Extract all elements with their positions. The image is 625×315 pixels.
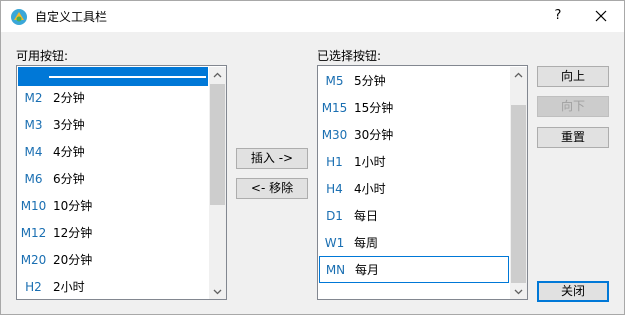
list-item[interactable]: M12 12分钟 [18,219,208,246]
timeframe-name: 2分钟 [53,91,85,105]
list-item[interactable]: M2 2分钟 [18,84,208,111]
list-item[interactable]: W1 每周 [319,229,509,256]
timeframe-name: 15分钟 [354,101,394,115]
timeframe-code: M5 [325,73,344,88]
timeframe-code: M2 [24,90,43,105]
timeframe-name: 1小时 [354,155,386,169]
reset-button[interactable]: 重置 [537,127,609,148]
list-item[interactable]: H1 1小时 [319,148,509,175]
move-down-button[interactable]: 向下 [537,96,609,117]
available-buttons-label: 可用按钮: [16,49,69,63]
timeframe-name: 每周 [354,236,379,250]
timeframe-name: 4小时 [354,182,386,196]
scroll-down-arrow-icon[interactable] [510,283,527,300]
timeframe-name: 6分钟 [53,172,85,186]
timeframe-name: 10分钟 [53,199,93,213]
timeframe-code: M10 [20,198,47,213]
timeframe-code: M6 [24,171,43,186]
timeframe-name: 4分钟 [53,145,85,159]
timeframe-code: H4 [326,181,343,196]
list-item[interactable]: D1 每日 [319,202,509,229]
timeframe-code: M15 [321,100,348,115]
timeframe-code: H1 [326,154,343,169]
available-buttons-list[interactable]: M2 2分钟 M3 3分钟 M4 4分钟 M6 6分钟 M10 10分钟 M12 12分钟 M20 20分… [16,65,227,300]
timeframe-name: 30分钟 [354,128,394,142]
list-item[interactable]: M15 15分钟 [319,94,509,121]
timeframe-code: D1 [326,208,343,223]
timeframe-code: W1 [324,235,345,250]
list-item-focused[interactable]: MN 每月 [319,256,509,283]
list-item[interactable]: H2 2小时 [18,273,208,299]
right-list-scrollbar[interactable] [510,67,527,300]
left-list-scrollbar[interactable] [209,67,226,300]
timeframe-code: M20 [20,252,47,267]
timeframe-code: M3 [24,117,43,132]
scroll-up-arrow-icon[interactable] [209,67,226,84]
selected-buttons-label: 已选择按钮: [317,49,382,63]
scrollbar-thumb[interactable] [210,84,225,205]
timeframe-code: M4 [24,144,43,159]
scroll-up-arrow-icon[interactable] [510,67,527,84]
list-item[interactable]: M30 30分钟 [319,121,509,148]
timeframe-code: MN [325,262,346,277]
remove-button[interactable]: <- 移除 [236,178,308,199]
list-item[interactable]: M10 10分钟 [18,192,208,219]
list-item[interactable]: M5 5分钟 [319,67,509,94]
customize-toolbar-dialog: 自定义工具栏 ? 可用按钮: M2 2分钟 M3 3分钟 M4 4分钟 M6 6分钟 M10 10… [0,0,625,315]
list-item[interactable]: M6 6分钟 [18,165,208,192]
timeframe-name: 20分钟 [53,253,93,267]
list-item[interactable]: M3 3分钟 [18,111,208,138]
timeframe-name: 3分钟 [53,118,85,132]
list-item[interactable]: M20 20分钟 [18,246,208,273]
move-up-button[interactable]: 向上 [537,66,609,87]
close-button[interactable]: 关闭 [537,281,609,302]
list-item[interactable]: H4 4小时 [319,175,509,202]
insert-button[interactable]: 插入 -> [236,148,308,169]
timeframe-code: M30 [321,127,348,142]
title-bar: 自定义工具栏 ? [1,1,624,32]
scrollbar-thumb[interactable] [511,105,526,283]
selected-buttons-list[interactable]: M5 5分钟 M15 15分钟 M30 30分钟 H1 1小时 H4 4小时 D1 每日 W1 每周 MN 每… [317,65,528,300]
app-logo-icon [11,9,27,25]
timeframe-name: 2小时 [53,280,85,294]
help-button[interactable]: ? [546,4,570,28]
timeframe-name: 每月 [355,263,380,277]
timeframe-code: M12 [20,225,47,240]
list-item[interactable]: M4 4分钟 [18,138,208,165]
close-window-icon[interactable] [584,4,618,28]
separator-line [49,75,206,78]
dialog-title: 自定义工具栏 [35,10,108,24]
timeframe-name: 每日 [354,209,379,223]
timeframe-code: H2 [25,279,42,294]
scroll-down-arrow-icon[interactable] [209,283,226,300]
timeframe-name: 12分钟 [53,226,93,240]
timeframe-name: 5分钟 [354,74,386,88]
